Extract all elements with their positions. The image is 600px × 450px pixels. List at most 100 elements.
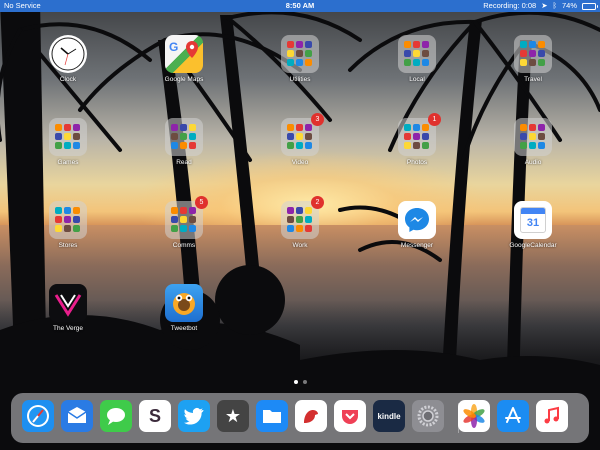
folder-app-thumbnail — [305, 59, 312, 66]
dock-safari-icon[interactable] — [22, 400, 54, 432]
dock-files-icon[interactable] — [256, 400, 288, 432]
app-messenger[interactable]: Messenger — [377, 201, 457, 249]
folder-app-thumbnail — [189, 207, 196, 214]
folder-work[interactable]: 2 Work — [260, 196, 340, 249]
clock-icon — [49, 35, 87, 73]
folder-app-thumbnail — [296, 142, 303, 149]
folder-app-thumbnail — [180, 216, 187, 223]
folder-app-thumbnail — [520, 41, 527, 48]
dock-music-icon[interactable] — [536, 400, 568, 432]
app-label: Work — [292, 242, 308, 249]
folder-app-thumbnail — [520, 124, 527, 131]
dock-photos-icon[interactable] — [458, 400, 490, 432]
folder-app-thumbnail — [189, 216, 196, 223]
folder-app-thumbnail — [404, 124, 411, 131]
folder-app-thumbnail — [73, 142, 80, 149]
folder-icon: 5 — [165, 196, 208, 239]
dock-twitter-icon[interactable] — [178, 400, 210, 432]
folder-local[interactable]: Local — [377, 35, 457, 83]
app-label: GoogleCalendar — [509, 242, 557, 249]
folder-app-thumbnail — [413, 41, 420, 48]
folder-icon — [49, 201, 87, 239]
dock-kindle-icon[interactable]: kindle — [373, 400, 405, 432]
folder-comms[interactable]: 5 Comms — [144, 196, 224, 249]
folder-icon — [165, 118, 203, 156]
folder-stores[interactable]: Stores — [28, 201, 108, 249]
folder-games[interactable]: Games — [28, 118, 108, 166]
folder-app-thumbnail — [73, 124, 80, 131]
folder-app-thumbnail — [73, 133, 80, 140]
app-label: Local — [409, 76, 425, 83]
folder-app-thumbnail — [538, 133, 545, 140]
app-google-maps[interactable]: G Google Maps — [144, 35, 224, 83]
folder-app-thumbnail — [287, 225, 294, 232]
folder-app-thumbnail — [55, 124, 62, 131]
tweetbot-icon — [165, 284, 203, 322]
folder-app-thumbnail — [287, 142, 294, 149]
app-label: Travel — [524, 76, 542, 83]
folder-app-thumbnail — [287, 59, 294, 66]
page-dot[interactable] — [293, 380, 298, 384]
folder-app-thumbnail — [529, 59, 536, 66]
folder-travel[interactable]: Travel — [493, 35, 573, 83]
folder-app-thumbnail — [189, 225, 196, 232]
dock-messages-icon[interactable] — [100, 400, 132, 432]
folder-app-thumbnail — [287, 216, 294, 223]
app-label: Read — [176, 159, 192, 166]
folder-app-thumbnail — [287, 207, 294, 214]
folder-photos[interactable]: 1 Photos — [377, 113, 457, 166]
folder-app-thumbnail — [55, 225, 62, 232]
dock-bear-icon[interactable] — [295, 400, 327, 432]
folder-app-thumbnail — [64, 216, 71, 223]
folder-app-thumbnail — [538, 124, 545, 131]
folder-app-thumbnail — [287, 124, 294, 131]
folder-app-thumbnail — [413, 142, 420, 149]
folder-app-thumbnail — [538, 59, 545, 66]
app-label: Google Maps — [164, 76, 204, 83]
folder-video[interactable]: 3 Video — [260, 113, 340, 166]
folder-app-thumbnail — [296, 50, 303, 57]
folder-app-thumbnail — [422, 50, 429, 57]
folder-app-thumbnail — [180, 225, 187, 232]
folder-app-thumbnail — [73, 225, 80, 232]
battery-percent: 74% — [561, 1, 577, 10]
app-label: Video — [291, 159, 309, 166]
google-calendar-icon: 31 — [514, 201, 552, 239]
folder-app-thumbnail — [422, 41, 429, 48]
dock-reeder-icon[interactable]: ★ — [217, 400, 249, 432]
folder-read[interactable]: Read — [144, 118, 224, 166]
folder-app-thumbnail — [189, 124, 196, 131]
dock-app-store-icon[interactable] — [497, 400, 529, 432]
dock-pocket-icon[interactable] — [334, 400, 366, 432]
dock-airmail-icon[interactable] — [61, 400, 93, 432]
dock-settings-icon[interactable] — [412, 400, 444, 432]
folder-app-thumbnail — [296, 41, 303, 48]
page-indicator[interactable] — [0, 380, 600, 384]
app-googlecalendar[interactable]: 31 GoogleCalendar — [493, 201, 573, 249]
the-verge-icon — [49, 284, 87, 322]
folder-app-thumbnail — [180, 124, 187, 131]
folder-app-thumbnail — [305, 124, 312, 131]
folder-app-thumbnail — [64, 124, 71, 131]
app-tweetbot[interactable]: Tweetbot — [144, 284, 224, 332]
app-label: The Verge — [53, 325, 83, 332]
folder-audio[interactable]: Audio — [493, 118, 573, 166]
folder-app-thumbnail — [305, 225, 312, 232]
folder-app-thumbnail — [64, 207, 71, 214]
folder-app-thumbnail — [305, 41, 312, 48]
app-label: Stores — [58, 242, 78, 249]
folder-icon — [514, 35, 552, 73]
messenger-icon — [398, 201, 436, 239]
folder-app-thumbnail — [287, 41, 294, 48]
app-the-verge[interactable]: The Verge — [28, 284, 108, 332]
folder-app-thumbnail — [180, 207, 187, 214]
folder-app-thumbnail — [189, 142, 196, 149]
app-label: Comms — [172, 242, 196, 249]
page-dot[interactable] — [302, 380, 307, 384]
folder-app-thumbnail — [520, 50, 527, 57]
bluetooth-icon: ᛒ — [552, 1, 557, 10]
dock-slack-icon[interactable]: S — [139, 400, 171, 432]
recording-indicator[interactable]: Recording: 0:08 — [483, 0, 536, 12]
folder-utilities[interactable]: Utilities — [260, 35, 340, 83]
app-clock[interactable]: Clock — [28, 35, 108, 83]
